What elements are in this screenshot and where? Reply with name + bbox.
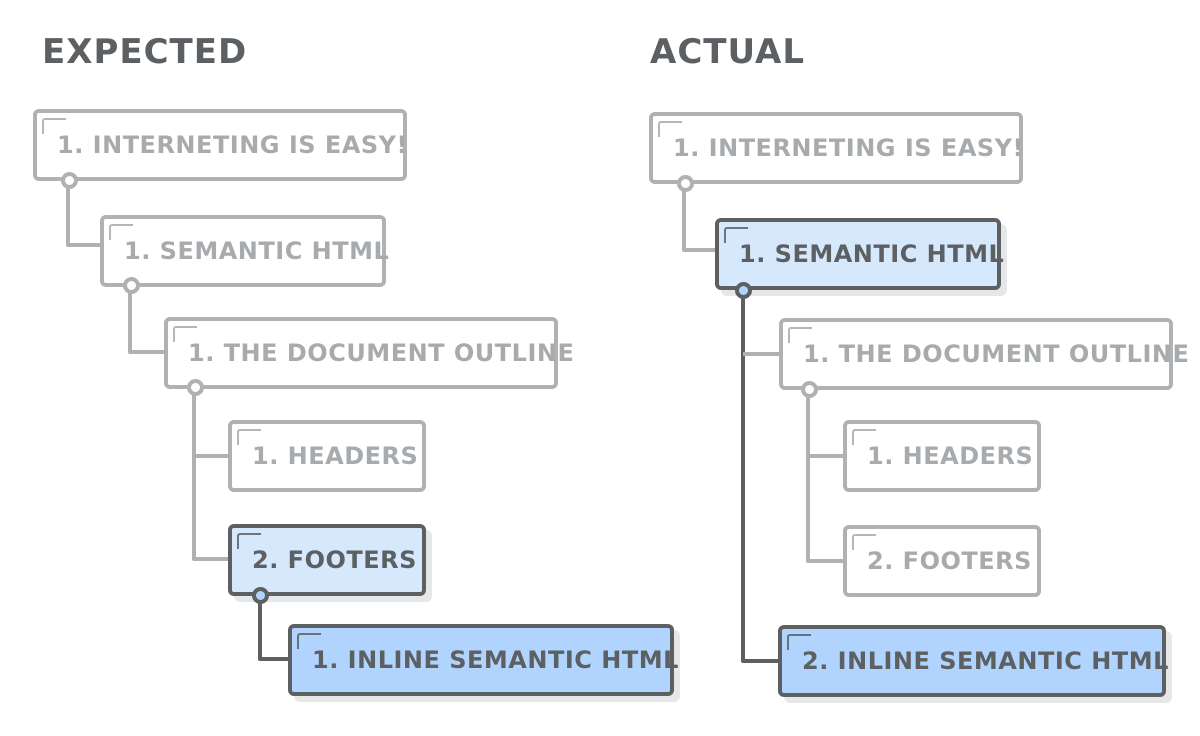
actual-node-dot-active (735, 282, 752, 299)
expected-node-headers: 1. HEADERS (228, 420, 426, 492)
connector (128, 285, 166, 354)
connector (682, 183, 718, 252)
connector (258, 596, 290, 661)
connector (192, 388, 230, 561)
expected-node-dot-active (252, 587, 269, 604)
expected-node-inline-semantic-html: 1. INLINE SEMANTIC HTML (288, 624, 678, 696)
actual-node-semantic-html: 1. SEMANTIC HTML (715, 218, 1004, 290)
actual-node-interneting: 1. INTERNETING IS EASY! (649, 112, 1024, 184)
expected-node-dot (187, 379, 204, 396)
actual-node-dot (677, 175, 694, 192)
expected-node-dot (123, 277, 140, 294)
actual-node-dot (801, 381, 818, 398)
actual-node-inline-semantic-html: 2. INLINE SEMANTIC HTML (778, 625, 1168, 697)
expected-node-document-outline: 1. THE DOCUMENT OUTLINE (164, 317, 574, 389)
expected-node-footers: 2. FOOTERS (228, 524, 426, 596)
actual-node-footers: 2. FOOTERS (843, 525, 1041, 597)
expected-node-interneting: 1. INTERNETING IS EASY! (33, 109, 408, 181)
actual-node-document-outline: 1. THE DOCUMENT OUTLINE (779, 318, 1189, 390)
expected-node-dot (61, 172, 78, 189)
connector (806, 388, 846, 563)
connector (66, 180, 102, 247)
actual-node-headers: 1. HEADERS (843, 420, 1041, 492)
connector (741, 290, 780, 663)
expected-node-semantic-html: 1. SEMANTIC HTML (100, 215, 389, 287)
